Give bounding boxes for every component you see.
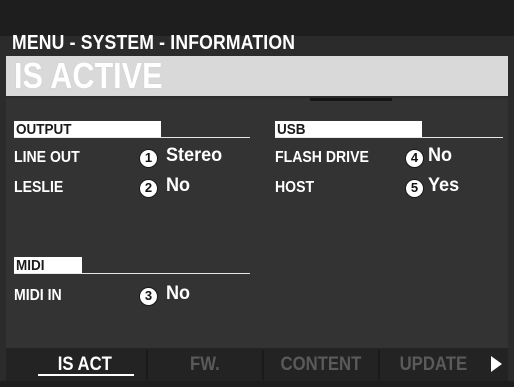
active-tab-indicator bbox=[38, 374, 134, 376]
title-divider bbox=[310, 98, 392, 101]
midi-section-heading: MIDI bbox=[14, 257, 82, 274]
line-out-label: LINE OUT bbox=[14, 149, 80, 166]
callout-4: 4 bbox=[405, 149, 424, 168]
callout-2: 2 bbox=[139, 179, 158, 198]
flash-drive-value: No bbox=[428, 145, 453, 166]
usb-section-heading: USB bbox=[275, 121, 422, 138]
lcd-screen: MENU - SYSTEM - INFORMATION IS ACTIVE OU… bbox=[0, 0, 514, 387]
midi-section-rule bbox=[14, 273, 250, 274]
flash-drive-label: FLASH DRIVE bbox=[275, 149, 369, 166]
tab-content[interactable]: CONTENT bbox=[264, 348, 378, 381]
output-section-rule bbox=[14, 137, 250, 138]
leslie-label: LESLIE bbox=[14, 179, 64, 196]
tab-update[interactable]: UPDATE bbox=[380, 348, 486, 381]
tab-is-act[interactable]: IS ACT bbox=[24, 348, 146, 381]
menu-path: MENU - SYSTEM - INFORMATION bbox=[12, 32, 296, 54]
callout-5: 5 bbox=[405, 179, 424, 198]
right-arrow-icon[interactable] bbox=[491, 356, 502, 372]
page-title: IS ACTIVE bbox=[14, 55, 163, 96]
output-section-heading: OUTPUT bbox=[14, 121, 161, 138]
usb-section-rule bbox=[275, 137, 503, 138]
leslie-value: No bbox=[166, 175, 191, 196]
callout-1: 1 bbox=[139, 149, 158, 168]
callout-3: 3 bbox=[139, 287, 158, 306]
tab-fw[interactable]: FW. bbox=[148, 348, 262, 381]
line-out-value: Stereo bbox=[166, 145, 223, 166]
top-strip bbox=[0, 0, 514, 36]
midi-in-label: MIDI IN bbox=[14, 287, 62, 304]
bottom-strip bbox=[0, 381, 514, 387]
host-value: Yes bbox=[428, 175, 460, 196]
host-label: HOST bbox=[275, 179, 315, 196]
midi-in-value: No bbox=[166, 283, 191, 304]
